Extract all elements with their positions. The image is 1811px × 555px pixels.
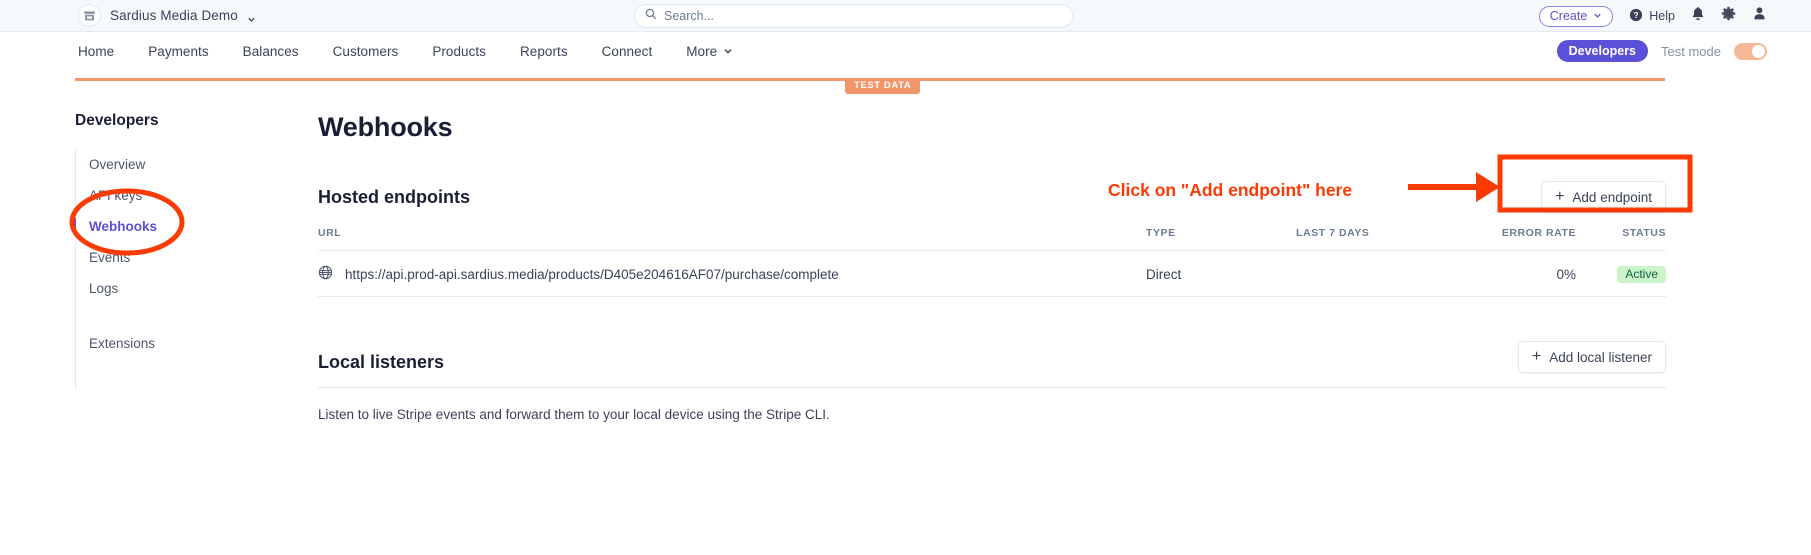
svg-text:?: ? [1634,10,1639,20]
question-circle-icon: ? [1629,8,1643,25]
column-header-type: TYPE [1146,227,1296,251]
chevron-down-icon [1593,9,1602,23]
add-endpoint-label: Add endpoint [1572,189,1652,205]
account-switcher[interactable]: Sardius Media Demo [78,4,256,27]
developers-pill[interactable]: Developers [1556,40,1649,62]
add-local-listener-label: Add local listener [1549,349,1652,365]
sidebar-item-label: Logs [89,281,119,297]
primary-nav: Home Payments Balances Customers Product… [0,32,1811,70]
hosted-endpoints-title: Hosted endpoints [318,186,470,207]
column-header-url: URL [318,227,1146,251]
endpoint-url: https://api.prod-api.sardius.media/produ… [345,266,839,282]
page-title: Webhooks [318,112,453,142]
status-badge: Active [1617,265,1666,283]
create-button[interactable]: Create [1538,5,1614,27]
sidebar-item-list: Overview API keys Webhooks Events Logs E… [74,149,275,389]
sidebar-item-events[interactable]: Events [75,243,275,274]
cell-url: https://api.prod-api.sardius.media/produ… [318,250,1146,297]
nav-item-balances[interactable]: Balances [226,44,316,59]
hosted-endpoints-section: Hosted endpoints + Add endpoint URL TYPE… [318,181,1666,297]
account-name: Sardius Media Demo [110,8,238,23]
create-button-label: Create [1549,9,1588,23]
sidebar-item-webhooks[interactable]: Webhooks [74,211,275,242]
top-bar: Sardius Media Demo Create [0,0,1811,32]
cell-last-7-days [1296,250,1466,297]
test-data-badge: TEST DATA [845,78,921,94]
test-mode-label: Test mode [1661,43,1721,59]
endpoints-table-head: URL TYPE LAST 7 DAYS ERROR RATE STATUS [318,227,1666,251]
column-header-error-rate: ERROR RATE [1466,227,1576,251]
local-listeners-title: Local listeners [318,352,445,372]
sidebar-item-label: API keys [89,187,143,203]
sidebar-item-label: Extensions [89,336,156,352]
column-header-last-7-days: LAST 7 DAYS [1296,227,1466,251]
avatar[interactable] [1752,6,1767,26]
sidebar-item-api-keys[interactable]: API keys [75,180,275,211]
sidebar-item-label: Events [89,250,131,266]
sidebar-item-extensions[interactable]: Extensions [75,329,275,360]
nav-item-label: Home [78,43,115,59]
endpoints-table-body: https://api.prod-api.sardius.media/produ… [318,250,1666,297]
cell-error-rate: 0% [1466,250,1576,297]
help-button[interactable]: ? Help [1629,8,1675,25]
annotation-instruction-text: Click on "Add endpoint" here [1108,180,1353,200]
nav-item-home[interactable]: Home [78,44,131,59]
app-root: Sardius Media Demo Create [0,0,1811,555]
nav-item-label: Connect [601,43,653,59]
nav-item-label: Balances [242,43,299,59]
nav-item-more[interactable]: More [669,44,750,59]
plus-icon: + [1555,188,1565,205]
nav-right-controls: Developers Test mode [1556,32,1767,70]
local-listeners-description: Listen to live Stripe events and forward… [318,407,830,422]
nav-item-connect[interactable]: Connect [585,44,670,59]
add-local-listener-button[interactable]: + Add local listener [1517,341,1666,373]
globe-icon [318,265,333,283]
nav-item-payments[interactable]: Payments [131,44,225,59]
table-row[interactable]: https://api.prod-api.sardius.media/produ… [318,250,1666,297]
gear-icon [1721,6,1736,26]
column-header-status: STATUS [1576,227,1666,251]
hosted-endpoints-header: Hosted endpoints + Add endpoint [318,181,1666,227]
help-label: Help [1649,9,1675,23]
sidebar-title: Developers [75,112,159,129]
plus-icon: + [1531,348,1542,365]
store-icon [78,4,101,27]
chevron-down-icon [247,11,256,22]
cell-type: Direct [1146,250,1296,297]
cell-status: Active [1576,250,1666,297]
nav-item-label: Products [432,43,486,59]
search-bar[interactable] [634,4,1073,28]
search-icon [645,7,657,25]
nav-item-customers[interactable]: Customers [316,44,416,59]
table-header-row: URL TYPE LAST 7 DAYS ERROR RATE STATUS [318,227,1666,251]
settings-button[interactable] [1721,6,1736,26]
bell-icon [1691,6,1705,26]
nav-item-list: Home Payments Balances Customers Product… [78,44,750,59]
sidebar-item-overview[interactable]: Overview [75,149,275,180]
local-listeners-header: Local listeners + Add local listener [318,341,1666,388]
nav-item-products[interactable]: Products [415,44,503,59]
top-bar-actions: Create ? Help [1538,0,1767,32]
local-listeners-section: Local listeners + Add local listener Lis… [318,341,1666,422]
sidebar-item-logs[interactable]: Logs [75,274,275,305]
developers-sidebar: Developers Overview API keys Webhooks Ev… [74,112,275,389]
nav-item-label: Payments [148,43,209,59]
main-content: Webhooks Hosted endpoints + Add endpoint… [318,112,1666,422]
sidebar-item-label: Webhooks [89,218,158,234]
chevron-down-icon [723,44,733,59]
nav-item-reports[interactable]: Reports [503,44,585,59]
nav-item-label: More [686,43,718,59]
nav-item-label: Reports [520,43,568,59]
user-icon [1752,6,1767,26]
endpoints-table: URL TYPE LAST 7 DAYS ERROR RATE STATUS h… [318,227,1666,297]
test-mode-toggle[interactable] [1734,42,1767,60]
nav-item-label: Customers [332,43,399,59]
add-endpoint-button[interactable]: + Add endpoint [1541,181,1666,213]
search-input[interactable] [664,9,1062,23]
notifications-button[interactable] [1691,6,1705,26]
sidebar-item-label: Overview [89,156,146,172]
